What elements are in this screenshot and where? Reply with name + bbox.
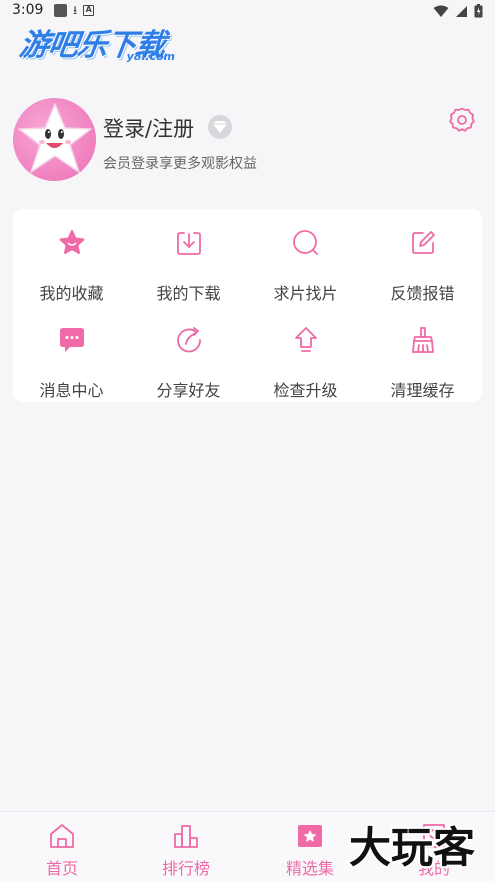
download-notification-icon: ⭳ xyxy=(73,3,78,17)
menu-item-label: 求片找片 xyxy=(273,284,338,303)
menu-item-feedback[interactable]: 反馈报错 xyxy=(364,228,481,308)
vip-diamond-icon xyxy=(208,115,232,139)
notification-icons: ⭳ A xyxy=(54,3,95,17)
status-bar: 3:09 ⭳ A xyxy=(0,0,495,22)
menu-item-upgrade[interactable]: 检查升级 xyxy=(247,325,364,405)
menu-item-label: 反馈报错 xyxy=(390,284,455,303)
menu-item-downloads[interactable]: 我的下载 xyxy=(130,228,247,308)
collection-icon xyxy=(298,825,322,847)
signal-icon xyxy=(456,5,467,17)
profile-subtitle: 会员登录享更多观影权益 xyxy=(103,156,257,172)
app-logo: 游吧乐下载 y8l.com xyxy=(17,20,183,66)
system-icons xyxy=(433,4,483,18)
broom-icon xyxy=(412,327,434,353)
edit-icon xyxy=(412,231,435,254)
home-icon xyxy=(50,824,74,848)
watermark-text: 大玩客 xyxy=(349,823,475,872)
download-icon xyxy=(177,232,201,255)
nav-item-home[interactable]: 首页 xyxy=(0,812,124,881)
menu-item-label: 消息中心 xyxy=(39,381,104,400)
watermark-logo: 大玩客 xyxy=(347,821,477,872)
nav-item-label: 排行榜 xyxy=(161,859,210,878)
settings-gear-icon[interactable] xyxy=(448,106,476,134)
my-page-screen: 3:09 ⭳ A 游吧乐下载 y8l.com 登录/注册 会员登录享更多观影权益… xyxy=(0,0,495,881)
menu-item-label: 检查升级 xyxy=(273,381,338,400)
share-icon xyxy=(177,327,201,353)
font-notification-icon: A xyxy=(83,5,95,16)
app-notification-icon xyxy=(54,4,67,17)
menu-item-messages[interactable]: 消息中心 xyxy=(13,325,130,405)
nav-item-label: 首页 xyxy=(45,859,78,878)
menu-item-label: 清理缓存 xyxy=(390,381,455,400)
menu-item-clear-cache[interactable]: 清理缓存 xyxy=(364,325,481,405)
logo-subtitle: y8l.com xyxy=(126,50,175,63)
menu-item-share[interactable]: 分享好友 xyxy=(130,325,247,405)
function-menu-card: 我的收藏 我的下载 求片找片 反馈报错 消息中心 分享好友 检查升级 清理缓存 xyxy=(13,209,482,402)
nav-item-ranking[interactable]: 排行榜 xyxy=(124,812,248,881)
wifi-icon xyxy=(433,5,449,17)
status-time: 3:09 xyxy=(12,2,44,18)
star-icon xyxy=(59,230,85,254)
search-icon xyxy=(293,230,318,255)
avatar[interactable] xyxy=(13,98,96,181)
menu-item-label: 我的下载 xyxy=(156,284,221,303)
upgrade-icon xyxy=(295,327,317,352)
battery-icon xyxy=(474,4,483,18)
menu-item-favorites[interactable]: 我的收藏 xyxy=(13,228,130,308)
menu-item-label: 我的收藏 xyxy=(39,284,104,303)
message-icon xyxy=(60,328,84,352)
login-register-link[interactable]: 登录/注册 xyxy=(103,113,194,143)
menu-item-label: 分享好友 xyxy=(156,381,221,400)
ranking-icon xyxy=(174,825,198,848)
star-mascot-icon xyxy=(18,103,92,173)
menu-item-request[interactable]: 求片找片 xyxy=(247,228,364,308)
